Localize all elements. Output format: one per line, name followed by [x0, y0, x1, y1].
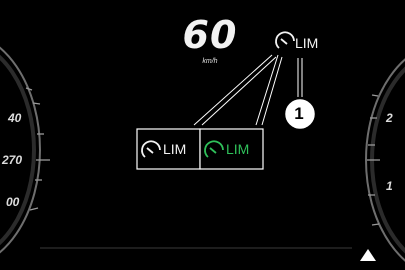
- speed-unit: km/h: [202, 58, 218, 65]
- lim-label-green: LIM: [226, 141, 250, 157]
- left-gauge-label: 270: [2, 153, 23, 167]
- right-gauge: [365, 58, 405, 262]
- callout-number: 1: [294, 104, 304, 123]
- right-gauge-label: 1: [386, 179, 393, 193]
- right-gauge-label: 2: [386, 111, 393, 125]
- speed-limiter-icon: [275, 31, 295, 49]
- lim-label-top: LIM: [295, 35, 319, 51]
- lim-label-white: LIM: [163, 141, 187, 157]
- instrument-cluster: 60 km/h LIM LIM LIM 1 40 270 00 2 1: [0, 0, 405, 270]
- speed-readout: 60: [182, 13, 238, 57]
- left-gauge-label: 00: [6, 195, 20, 209]
- left-gauge-label: 40: [8, 111, 22, 125]
- triangle-up-icon: [360, 249, 376, 261]
- left-gauge: [0, 46, 50, 254]
